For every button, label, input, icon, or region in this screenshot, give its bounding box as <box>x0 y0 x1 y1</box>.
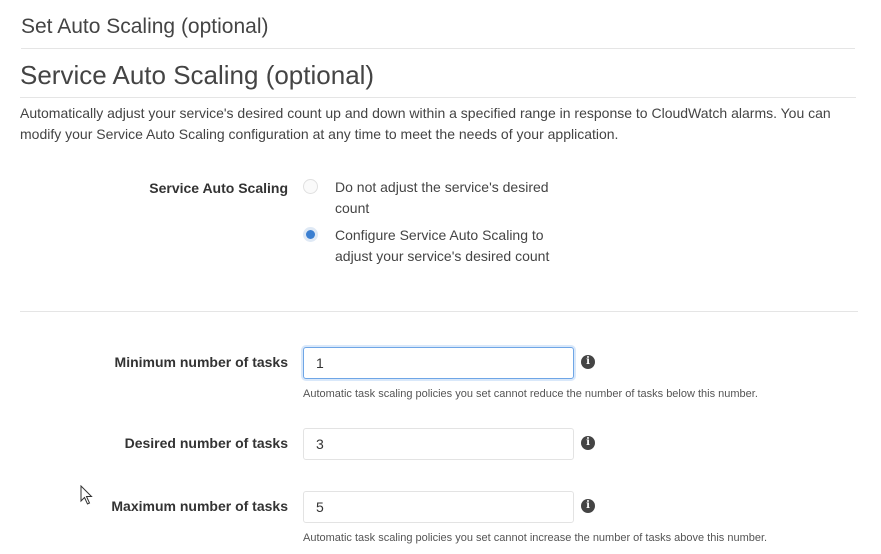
radio-option-configure-label: Configure Service Auto Scaling to adjust… <box>335 227 550 264</box>
maximum-tasks-input[interactable] <box>303 491 574 523</box>
radio-option-no-adjust[interactable]: Do not adjust the service's desired coun… <box>303 177 575 219</box>
minimum-tasks-input[interactable] <box>303 347 574 379</box>
section-title-divider <box>20 97 856 98</box>
section-description: Automatically adjust your service's desi… <box>20 105 831 142</box>
maximum-tasks-help: Automatic task scaling policies you set … <box>303 532 768 544</box>
minimum-tasks-help: Automatic task scaling policies you set … <box>303 388 758 400</box>
info-icon[interactable]: i <box>581 499 595 513</box>
info-icon[interactable]: i <box>581 355 595 369</box>
section-title: Service Auto Scaling (optional) <box>20 60 375 90</box>
desired-tasks-label: Desired number of tasks <box>124 435 288 451</box>
page-header: Set Auto Scaling (optional) <box>21 15 269 38</box>
mouse-pointer-icon <box>80 485 93 505</box>
desired-tasks-input[interactable] <box>303 428 574 460</box>
radio-checked[interactable] <box>303 227 318 242</box>
maximum-tasks-label: Maximum number of tasks <box>111 498 288 514</box>
auto-scaling-label: Service Auto Scaling <box>149 180 288 196</box>
radio-option-no-adjust-label: Do not adjust the service's desired coun… <box>335 179 549 216</box>
header-divider <box>21 48 855 49</box>
info-icon[interactable]: i <box>581 436 595 450</box>
section-divider <box>20 311 858 312</box>
radio-option-configure[interactable]: Configure Service Auto Scaling to adjust… <box>303 225 575 267</box>
minimum-tasks-label: Minimum number of tasks <box>114 354 288 370</box>
radio-unchecked[interactable] <box>303 179 318 194</box>
